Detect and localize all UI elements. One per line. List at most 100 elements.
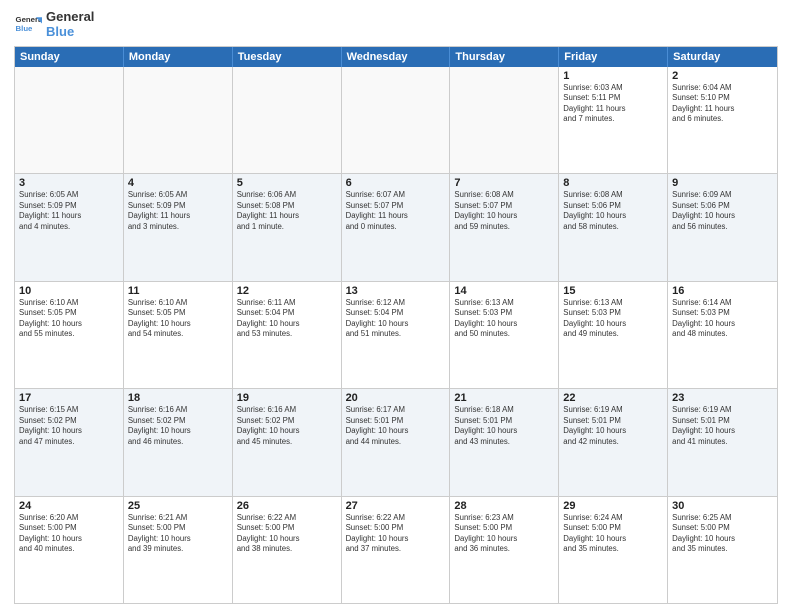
day-number: 12	[237, 285, 337, 297]
cell-info: Sunrise: 6:08 AM Sunset: 5:07 PM Dayligh…	[454, 190, 554, 232]
cal-cell-empty	[342, 67, 451, 173]
cal-cell-day-26: 26Sunrise: 6:22 AM Sunset: 5:00 PM Dayli…	[233, 497, 342, 603]
day-number: 1	[563, 70, 663, 82]
day-number: 25	[128, 500, 228, 512]
cell-info: Sunrise: 6:05 AM Sunset: 5:09 PM Dayligh…	[128, 190, 228, 232]
cell-info: Sunrise: 6:05 AM Sunset: 5:09 PM Dayligh…	[19, 190, 119, 232]
cell-info: Sunrise: 6:23 AM Sunset: 5:00 PM Dayligh…	[454, 513, 554, 555]
cal-cell-day-2: 2Sunrise: 6:04 AM Sunset: 5:10 PM Daylig…	[668, 67, 777, 173]
cal-cell-day-13: 13Sunrise: 6:12 AM Sunset: 5:04 PM Dayli…	[342, 282, 451, 388]
cal-cell-day-3: 3Sunrise: 6:05 AM Sunset: 5:09 PM Daylig…	[15, 174, 124, 280]
calendar-body: 1Sunrise: 6:03 AM Sunset: 5:11 PM Daylig…	[15, 67, 777, 603]
cal-cell-empty	[15, 67, 124, 173]
day-number: 17	[19, 392, 119, 404]
cell-info: Sunrise: 6:19 AM Sunset: 5:01 PM Dayligh…	[563, 405, 663, 447]
cell-info: Sunrise: 6:09 AM Sunset: 5:06 PM Dayligh…	[672, 190, 773, 232]
cal-header-monday: Monday	[124, 47, 233, 67]
cal-week-5: 24Sunrise: 6:20 AM Sunset: 5:00 PM Dayli…	[15, 496, 777, 603]
day-number: 5	[237, 177, 337, 189]
cal-week-3: 10Sunrise: 6:10 AM Sunset: 5:05 PM Dayli…	[15, 281, 777, 388]
cell-info: Sunrise: 6:22 AM Sunset: 5:00 PM Dayligh…	[237, 513, 337, 555]
cell-info: Sunrise: 6:06 AM Sunset: 5:08 PM Dayligh…	[237, 190, 337, 232]
cal-cell-day-8: 8Sunrise: 6:08 AM Sunset: 5:06 PM Daylig…	[559, 174, 668, 280]
day-number: 15	[563, 285, 663, 297]
cal-cell-day-21: 21Sunrise: 6:18 AM Sunset: 5:01 PM Dayli…	[450, 389, 559, 495]
day-number: 2	[672, 70, 773, 82]
day-number: 19	[237, 392, 337, 404]
page: General Blue General Blue SundayMondayTu…	[0, 0, 792, 612]
cal-cell-day-18: 18Sunrise: 6:16 AM Sunset: 5:02 PM Dayli…	[124, 389, 233, 495]
day-number: 24	[19, 500, 119, 512]
logo: General Blue General Blue	[14, 10, 94, 40]
cal-cell-day-19: 19Sunrise: 6:16 AM Sunset: 5:02 PM Dayli…	[233, 389, 342, 495]
day-number: 22	[563, 392, 663, 404]
cal-cell-day-22: 22Sunrise: 6:19 AM Sunset: 5:01 PM Dayli…	[559, 389, 668, 495]
cal-week-2: 3Sunrise: 6:05 AM Sunset: 5:09 PM Daylig…	[15, 173, 777, 280]
cal-cell-day-27: 27Sunrise: 6:22 AM Sunset: 5:00 PM Dayli…	[342, 497, 451, 603]
day-number: 21	[454, 392, 554, 404]
cal-cell-day-9: 9Sunrise: 6:09 AM Sunset: 5:06 PM Daylig…	[668, 174, 777, 280]
cal-header-saturday: Saturday	[668, 47, 777, 67]
cal-cell-day-20: 20Sunrise: 6:17 AM Sunset: 5:01 PM Dayli…	[342, 389, 451, 495]
cal-cell-day-16: 16Sunrise: 6:14 AM Sunset: 5:03 PM Dayli…	[668, 282, 777, 388]
day-number: 18	[128, 392, 228, 404]
cell-info: Sunrise: 6:03 AM Sunset: 5:11 PM Dayligh…	[563, 83, 663, 125]
cal-cell-day-11: 11Sunrise: 6:10 AM Sunset: 5:05 PM Dayli…	[124, 282, 233, 388]
day-number: 28	[454, 500, 554, 512]
svg-text:Blue: Blue	[16, 24, 34, 33]
cal-cell-day-17: 17Sunrise: 6:15 AM Sunset: 5:02 PM Dayli…	[15, 389, 124, 495]
cal-header-tuesday: Tuesday	[233, 47, 342, 67]
cal-cell-day-29: 29Sunrise: 6:24 AM Sunset: 5:00 PM Dayli…	[559, 497, 668, 603]
day-number: 7	[454, 177, 554, 189]
cal-week-1: 1Sunrise: 6:03 AM Sunset: 5:11 PM Daylig…	[15, 67, 777, 173]
cell-info: Sunrise: 6:19 AM Sunset: 5:01 PM Dayligh…	[672, 405, 773, 447]
day-number: 14	[454, 285, 554, 297]
day-number: 3	[19, 177, 119, 189]
cell-info: Sunrise: 6:10 AM Sunset: 5:05 PM Dayligh…	[19, 298, 119, 340]
day-number: 6	[346, 177, 446, 189]
cal-cell-day-7: 7Sunrise: 6:08 AM Sunset: 5:07 PM Daylig…	[450, 174, 559, 280]
cal-cell-day-14: 14Sunrise: 6:13 AM Sunset: 5:03 PM Dayli…	[450, 282, 559, 388]
logo-blue: Blue	[46, 25, 94, 40]
header: General Blue General Blue	[14, 10, 778, 40]
cal-header-wednesday: Wednesday	[342, 47, 451, 67]
cell-info: Sunrise: 6:13 AM Sunset: 5:03 PM Dayligh…	[563, 298, 663, 340]
cell-info: Sunrise: 6:16 AM Sunset: 5:02 PM Dayligh…	[237, 405, 337, 447]
cell-info: Sunrise: 6:04 AM Sunset: 5:10 PM Dayligh…	[672, 83, 773, 125]
cal-cell-day-24: 24Sunrise: 6:20 AM Sunset: 5:00 PM Dayli…	[15, 497, 124, 603]
cell-info: Sunrise: 6:15 AM Sunset: 5:02 PM Dayligh…	[19, 405, 119, 447]
day-number: 9	[672, 177, 773, 189]
cal-header-friday: Friday	[559, 47, 668, 67]
cell-info: Sunrise: 6:17 AM Sunset: 5:01 PM Dayligh…	[346, 405, 446, 447]
cell-info: Sunrise: 6:22 AM Sunset: 5:00 PM Dayligh…	[346, 513, 446, 555]
day-number: 4	[128, 177, 228, 189]
cal-cell-day-12: 12Sunrise: 6:11 AM Sunset: 5:04 PM Dayli…	[233, 282, 342, 388]
day-number: 20	[346, 392, 446, 404]
cell-info: Sunrise: 6:07 AM Sunset: 5:07 PM Dayligh…	[346, 190, 446, 232]
cell-info: Sunrise: 6:20 AM Sunset: 5:00 PM Dayligh…	[19, 513, 119, 555]
day-number: 30	[672, 500, 773, 512]
cal-cell-day-1: 1Sunrise: 6:03 AM Sunset: 5:11 PM Daylig…	[559, 67, 668, 173]
cal-cell-day-30: 30Sunrise: 6:25 AM Sunset: 5:00 PM Dayli…	[668, 497, 777, 603]
day-number: 10	[19, 285, 119, 297]
cal-header-sunday: Sunday	[15, 47, 124, 67]
cal-cell-day-23: 23Sunrise: 6:19 AM Sunset: 5:01 PM Dayli…	[668, 389, 777, 495]
cell-info: Sunrise: 6:12 AM Sunset: 5:04 PM Dayligh…	[346, 298, 446, 340]
day-number: 16	[672, 285, 773, 297]
day-number: 23	[672, 392, 773, 404]
cal-cell-empty	[450, 67, 559, 173]
cell-info: Sunrise: 6:14 AM Sunset: 5:03 PM Dayligh…	[672, 298, 773, 340]
day-number: 26	[237, 500, 337, 512]
cal-cell-day-15: 15Sunrise: 6:13 AM Sunset: 5:03 PM Dayli…	[559, 282, 668, 388]
day-number: 11	[128, 285, 228, 297]
cal-header-thursday: Thursday	[450, 47, 559, 67]
calendar-header: SundayMondayTuesdayWednesdayThursdayFrid…	[15, 47, 777, 67]
cal-cell-day-4: 4Sunrise: 6:05 AM Sunset: 5:09 PM Daylig…	[124, 174, 233, 280]
cal-cell-day-5: 5Sunrise: 6:06 AM Sunset: 5:08 PM Daylig…	[233, 174, 342, 280]
day-number: 29	[563, 500, 663, 512]
cell-info: Sunrise: 6:10 AM Sunset: 5:05 PM Dayligh…	[128, 298, 228, 340]
day-number: 27	[346, 500, 446, 512]
cell-info: Sunrise: 6:11 AM Sunset: 5:04 PM Dayligh…	[237, 298, 337, 340]
cal-cell-day-25: 25Sunrise: 6:21 AM Sunset: 5:00 PM Dayli…	[124, 497, 233, 603]
cal-cell-empty	[233, 67, 342, 173]
